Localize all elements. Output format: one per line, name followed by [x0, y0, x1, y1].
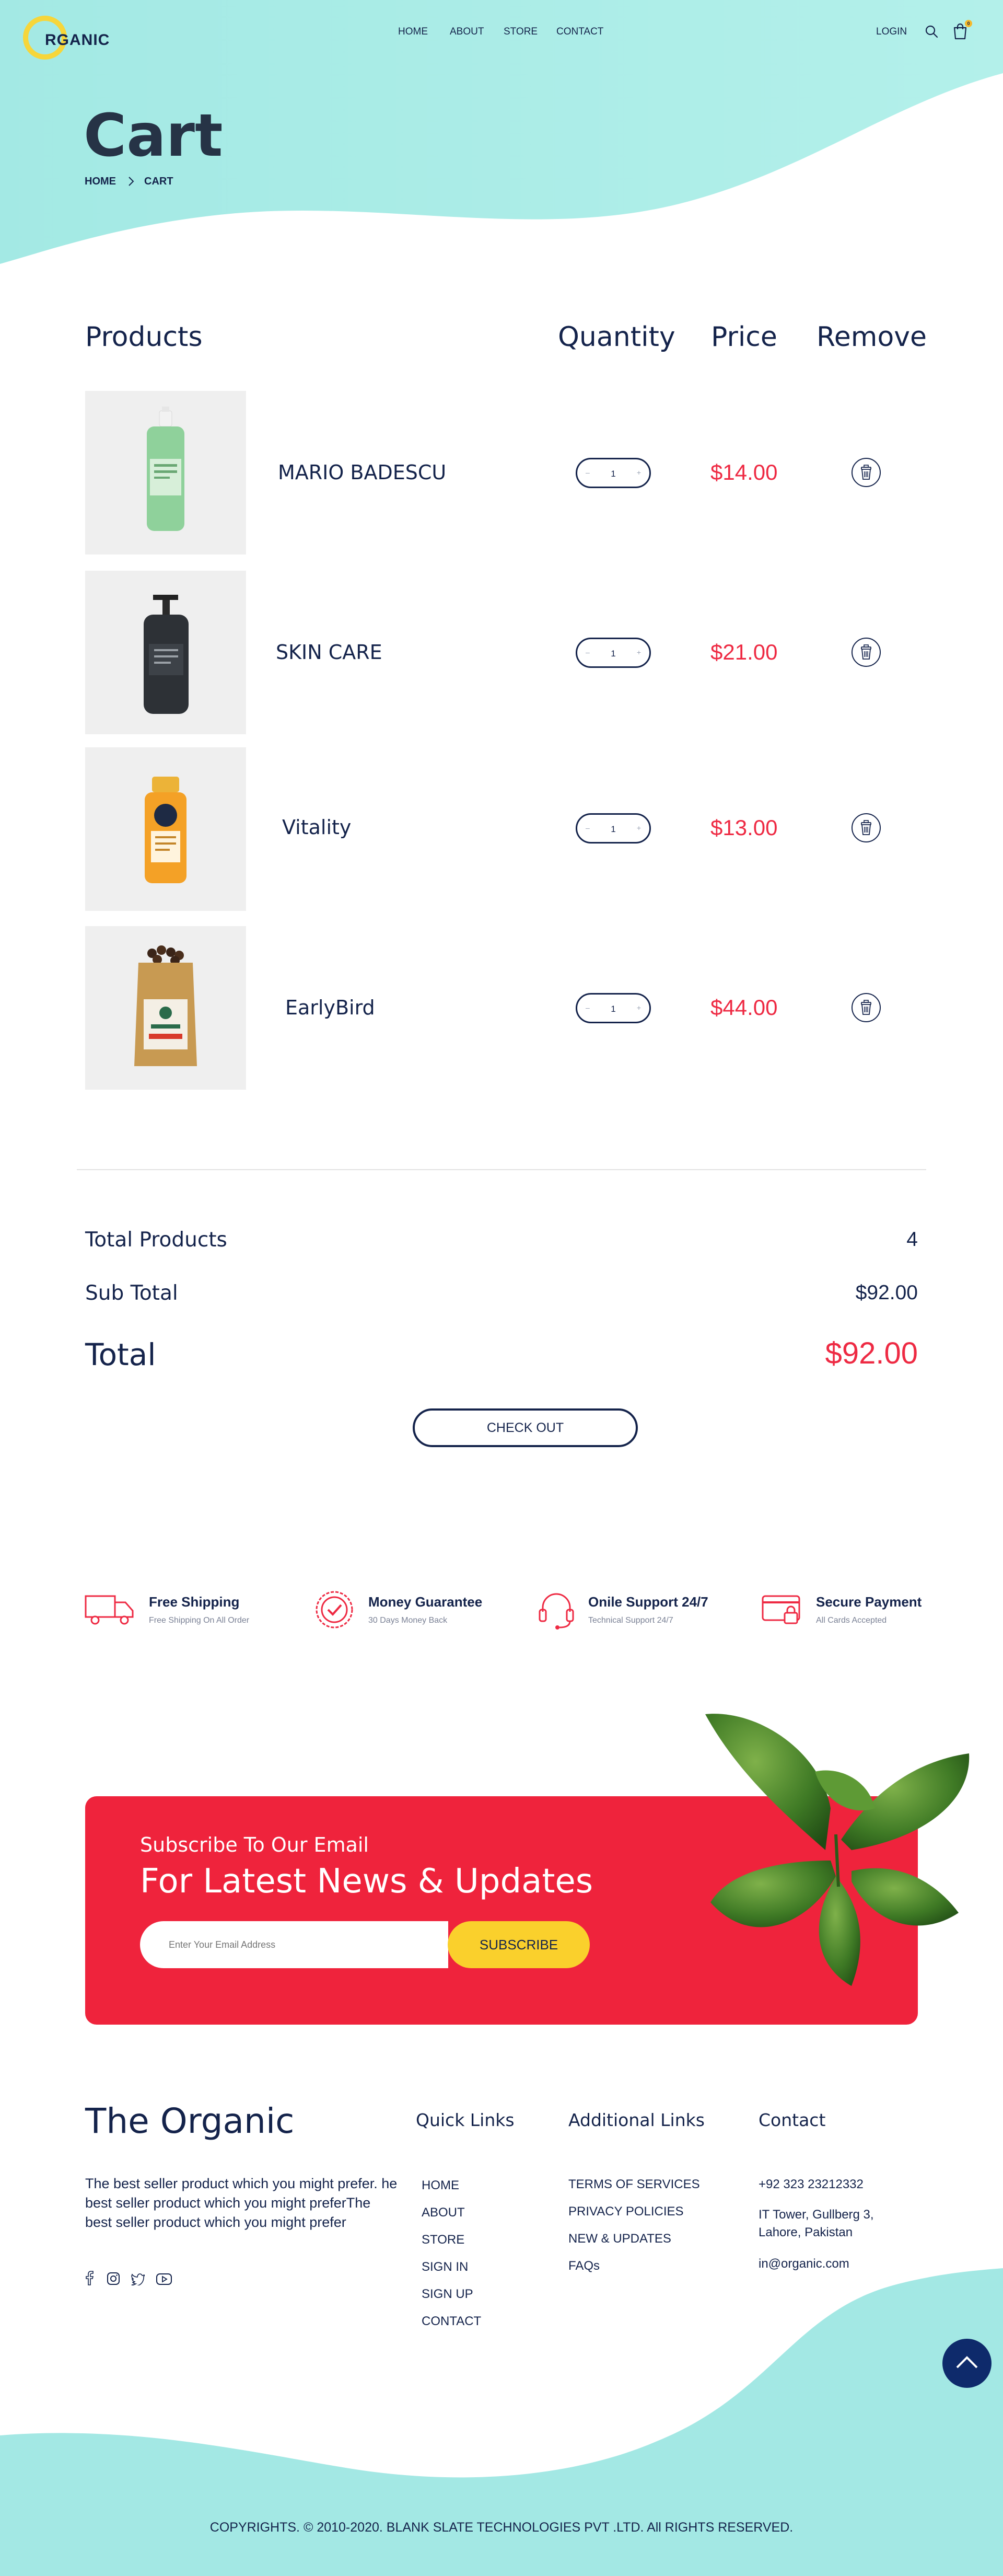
search-icon[interactable]	[925, 25, 938, 38]
quantity-stepper[interactable]: – 1 +	[576, 813, 651, 844]
youtube-icon[interactable]	[156, 2273, 172, 2285]
product-name[interactable]: Vitality	[282, 816, 351, 839]
contact-address-line-1: IT Tower, Gullberg 3,	[759, 2208, 874, 2222]
nav-login[interactable]: LOGIN	[876, 26, 907, 38]
product-image-coffee-bag[interactable]	[85, 926, 246, 1090]
checkout-button[interactable]: CHECK OUT	[413, 1408, 638, 1447]
increase-button[interactable]: +	[637, 1003, 641, 1012]
twitter-icon[interactable]	[131, 2273, 145, 2285]
product-image-spray-bottle[interactable]	[85, 391, 246, 555]
item-price: $13.00	[710, 815, 778, 840]
cart-count-badge: 0	[965, 20, 972, 27]
footer-link-terms[interactable]: TERMS OF SERVICES	[568, 2177, 700, 2192]
header-price: Price	[711, 321, 777, 353]
trash-icon[interactable]	[851, 813, 881, 843]
contact-address-line-2: Lahore, Pakistan	[759, 2225, 853, 2239]
subtotal-value: $92.00	[855, 1281, 918, 1304]
product-name[interactable]: EarlyBird	[285, 996, 375, 1019]
total-value: $92.00	[825, 1336, 918, 1370]
badge-check-icon	[316, 1591, 353, 1628]
header-products: Products	[85, 321, 203, 353]
copyright-text: COPYRIGHTS. © 2010-2020. BLANK SLATE TEC…	[209, 2520, 794, 2535]
truck-icon	[85, 1595, 134, 1625]
nav-contact[interactable]: CONTACT	[556, 26, 603, 38]
feature-subtitle: 30 Days Money Back	[368, 1616, 448, 1625]
contact-title: Contact	[759, 2110, 826, 2130]
footer-link-privacy[interactable]: PRIVACY POLICIES	[568, 2204, 684, 2219]
item-price: $44.00	[710, 995, 778, 1020]
nav-home[interactable]: HOME	[398, 26, 428, 38]
subscribe-kicker: Subscribe To Our Email	[140, 1833, 369, 1856]
trash-icon[interactable]	[851, 992, 881, 1023]
footer-link-contact[interactable]: CONTACT	[422, 2314, 481, 2329]
instagram-icon[interactable]	[107, 2272, 120, 2285]
feature-subtitle: Free Shipping On All Order	[149, 1616, 250, 1625]
increase-button[interactable]: +	[637, 648, 641, 656]
chevron-up-icon	[956, 2356, 978, 2369]
product-image-juice-bottle[interactable]	[85, 747, 246, 911]
feature-title: Secure Payment	[816, 1594, 922, 1610]
feature-title: Onile Support 24/7	[588, 1594, 708, 1610]
subtotal-label: Sub Total	[85, 1281, 178, 1305]
trash-icon[interactable]	[851, 637, 881, 667]
contact-phone[interactable]: +92 323 23212332	[759, 2177, 864, 2192]
total-label: Total	[85, 1337, 156, 1372]
footer-link-sign-up[interactable]: SIGN UP	[422, 2287, 473, 2302]
total-products-value: 4	[906, 1228, 918, 1251]
footer-link-sign-in[interactable]: SIGN IN	[422, 2260, 468, 2274]
quick-links-title: Quick Links	[416, 2110, 515, 2130]
feature-title: Money Guarantee	[368, 1594, 483, 1610]
scroll-to-top-button[interactable]	[942, 2339, 992, 2388]
feature-title: Free Shipping	[149, 1594, 240, 1610]
chevron-right-icon	[129, 177, 134, 186]
footer-link-faqs[interactable]: FAQs	[568, 2259, 600, 2273]
basil-leaves-image	[705, 1714, 970, 1986]
contact-email[interactable]: in@organic.com	[759, 2257, 849, 2271]
headset-icon	[539, 1593, 574, 1630]
item-price: $14.00	[710, 460, 778, 484]
header-quantity: Quantity	[558, 321, 675, 353]
nav-about[interactable]: ABOUT	[450, 26, 484, 38]
header-remove: Remove	[817, 321, 927, 353]
footer-link-about[interactable]: ABOUT	[422, 2205, 465, 2220]
footer-link-store[interactable]: STORE	[422, 2233, 464, 2247]
cart-divider	[77, 1169, 926, 1170]
footer-link-news[interactable]: NEW & UPDATES	[568, 2232, 671, 2246]
footer-link-home[interactable]: HOME	[422, 2178, 459, 2193]
feature-subtitle: All Cards Accepted	[816, 1616, 887, 1625]
page-title: Cart	[84, 102, 223, 170]
quantity-stepper[interactable]: – 1 +	[576, 458, 651, 488]
feature-subtitle: Technical Support 24/7	[588, 1616, 673, 1625]
subscribe-heading: For Latest News & Updates	[140, 1862, 593, 1901]
footer-brand: The Organic	[85, 2101, 295, 2141]
product-image-pump-bottle[interactable]	[85, 571, 246, 734]
logo-text: RGANIC	[45, 31, 110, 49]
total-products-label: Total Products	[85, 1228, 227, 1252]
breadcrumb-home[interactable]: HOME	[85, 176, 116, 188]
increase-button[interactable]: +	[637, 468, 641, 477]
nav-store[interactable]: STORE	[504, 26, 538, 38]
subscribe-button[interactable]: SUBSCRIBE	[448, 1921, 590, 1968]
product-name[interactable]: MARIO BADESCU	[278, 461, 446, 484]
credit-card-lock-icon	[762, 1595, 800, 1624]
quantity-stepper[interactable]: – 1 +	[576, 993, 651, 1023]
breadcrumb-cart: CART	[144, 176, 173, 187]
additional-links-title: Additional Links	[568, 2110, 705, 2130]
increase-button[interactable]: +	[637, 824, 641, 832]
item-price: $21.00	[710, 640, 778, 664]
trash-icon[interactable]	[851, 457, 881, 488]
site-logo[interactable]: RGANIC	[21, 11, 136, 60]
footer-about-text: The best seller product which you might …	[85, 2176, 398, 2230]
quantity-stepper[interactable]: – 1 +	[576, 638, 651, 668]
email-input[interactable]	[140, 1921, 448, 1968]
facebook-icon[interactable]	[85, 2271, 94, 2285]
product-name[interactable]: SKIN CARE	[276, 641, 382, 664]
